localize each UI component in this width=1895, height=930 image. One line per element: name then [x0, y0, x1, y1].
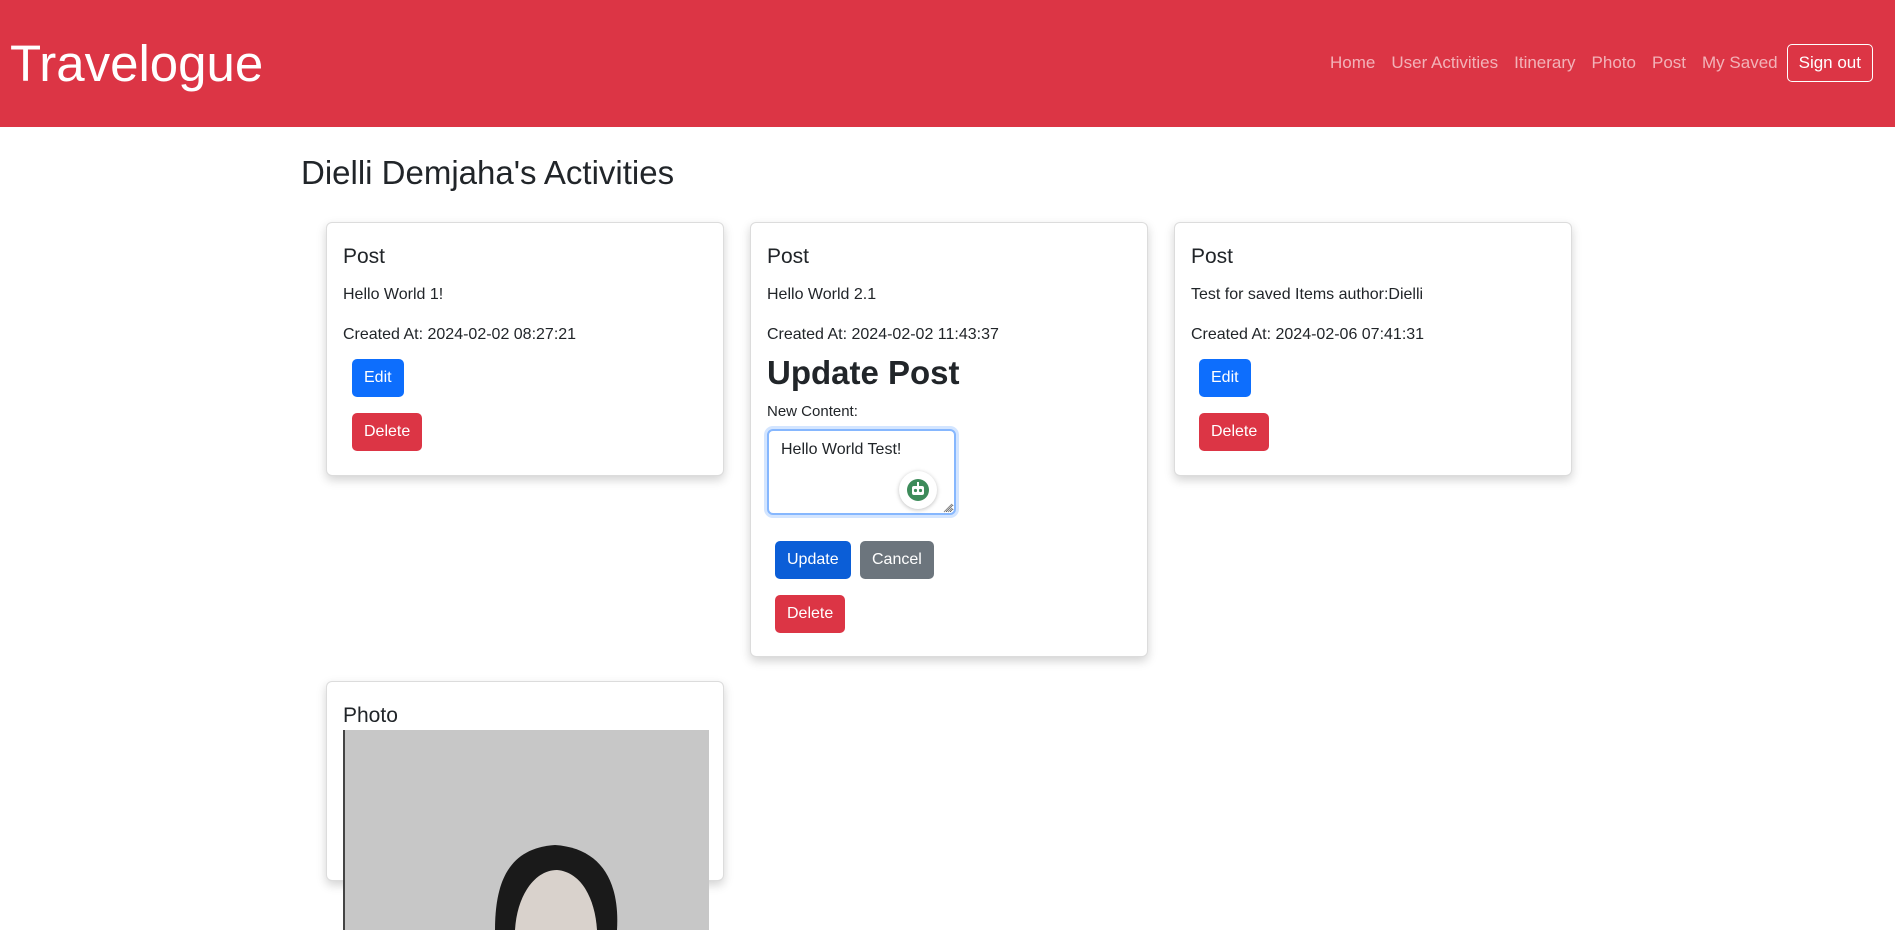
top-navbar: Travelogue Home User Activities Itinerar… [0, 0, 1895, 127]
nav-link-post[interactable]: Post [1652, 43, 1686, 83]
card-type-label: Photo [343, 704, 398, 727]
card-type-label: Post [767, 245, 810, 268]
delete-button[interactable]: Delete [775, 595, 846, 633]
cancel-button[interactable]: Cancel [860, 541, 934, 579]
card-type-label: Post [343, 245, 386, 268]
nav-link-home[interactable]: Home [1330, 43, 1375, 83]
card-type-label: Post [1191, 245, 1234, 268]
nav-link-my-saved[interactable]: My Saved [1702, 43, 1778, 83]
sign-out-button[interactable]: Sign out [1786, 44, 1873, 82]
page-title: Dielli Demjaha's Activities [301, 154, 675, 191]
writing-assistant-icon[interactable] [899, 471, 937, 509]
update-post-heading: Update Post [767, 354, 960, 391]
nav-link-itinerary[interactable]: Itinerary [1514, 43, 1575, 83]
activity-card-post-3: Post Test for saved Items author:Dielli … [1174, 222, 1572, 476]
new-content-label: New Content: [767, 403, 858, 420]
edit-button[interactable]: Edit [1199, 359, 1251, 397]
post-content: Hello World 2.1 [767, 286, 877, 303]
activity-card-post-2: Post Hello World 2.1 Created At: 2024-02… [750, 222, 1148, 657]
resize-handle-icon[interactable] [943, 503, 953, 513]
nav-link-user-activities[interactable]: User Activities [1391, 43, 1498, 83]
photo-image[interactable] [343, 730, 709, 930]
created-at: Created At: 2024-02-02 08:27:21 [343, 326, 577, 343]
nav-link-photo[interactable]: Photo [1592, 43, 1636, 83]
delete-button[interactable]: Delete [1199, 413, 1270, 451]
brand-logo[interactable]: Travelogue [10, 34, 263, 94]
nav-links: Home User Activities Itinerary Photo Pos… [1314, 43, 1873, 83]
delete-button[interactable]: Delete [352, 413, 423, 451]
update-button[interactable]: Update [775, 541, 851, 579]
created-at: Created At: 2024-02-02 11:43:37 [767, 326, 999, 343]
edit-button[interactable]: Edit [352, 359, 404, 397]
post-content: Test for saved Items author:Dielli [1191, 286, 1424, 303]
created-at: Created At: 2024-02-06 07:41:31 [1191, 326, 1425, 343]
post-content: Hello World 1! [343, 286, 444, 303]
activity-card-post-1: Post Hello World 1! Created At: 2024-02-… [326, 222, 724, 476]
activity-card-photo: Photo [326, 681, 724, 930]
